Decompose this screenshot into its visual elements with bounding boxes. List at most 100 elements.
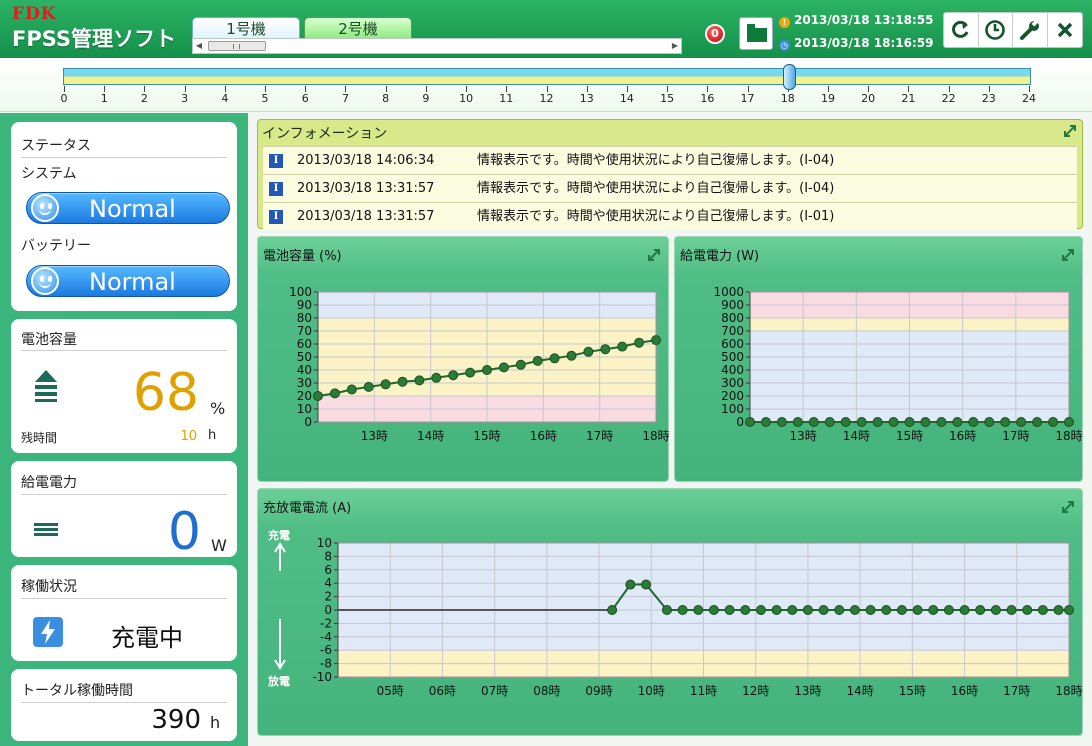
scrollbar-thumb[interactable] (208, 41, 266, 51)
history-button[interactable] (979, 13, 1013, 47)
timeline-hour-label: 24 (1022, 92, 1036, 105)
tab-unit-2[interactable]: 2号機 (304, 17, 412, 39)
y-tick-label: 10 (317, 536, 332, 550)
data-point (792, 417, 803, 427)
data-point (959, 605, 970, 615)
timeline-track[interactable] (63, 68, 1031, 85)
app-title: FPSS管理ソフト (12, 27, 177, 51)
data-point (740, 605, 751, 615)
y-tick-label: 60 (297, 337, 312, 351)
timeline-hour-label: 11 (499, 92, 514, 105)
refresh-button[interactable] (944, 13, 979, 47)
timeline-hour-label: 3 (181, 92, 189, 105)
timeline-hour-label: 18 (780, 92, 795, 105)
data-point (896, 605, 907, 615)
current-chart-panel: 充放電電流 (A) 充電 放電 -10 -8 -6 -4 -2 0 2 4 6 8 10 05時 06時… (257, 488, 1083, 736)
y-tick-label: 30 (297, 376, 312, 390)
data-point (834, 605, 845, 615)
data-point (549, 353, 560, 364)
x-tick-label: 14時 (417, 429, 444, 443)
data-point (872, 417, 883, 427)
update-time-row: ◷ 2013/03/18 18:16:59 (779, 35, 933, 51)
info-row[interactable]: I 2013/03/18 13:31:57 情報表示です。時間や使用状況により自… (263, 174, 1077, 202)
alarm-count-badge[interactable]: 0 (705, 24, 725, 44)
update-time: 2013/03/18 18:16:59 (794, 36, 934, 50)
timeline-slider[interactable]: 0 1 2 3 4 5 6 7 8 9 10 11 12 13 14 15 16 17 18 19 20 21 22 23 24 (0, 58, 1092, 112)
data-point (888, 417, 899, 427)
y-tick-label: 200 (721, 389, 744, 403)
scroll-right-arrow-icon[interactable]: ▶ (669, 39, 681, 53)
data-point (1000, 417, 1011, 427)
timeline-hour-label: 9 (422, 92, 430, 105)
x-tick-label: 17時 (1002, 429, 1029, 443)
x-tick-label: 12時 (742, 684, 769, 698)
discharge-arrow-icon (274, 619, 286, 670)
operation-title: 稼働状況 (21, 579, 77, 595)
y-tick-label: 300 (721, 376, 744, 390)
timeline-hour-label: 8 (382, 92, 390, 105)
system-label: システム (21, 166, 77, 182)
information-title: インフォメーション (262, 126, 388, 142)
y-tick-label: -6 (320, 643, 332, 657)
brand-logo: FDK (12, 4, 57, 24)
capacity-title: 電池容量 (21, 332, 77, 348)
expand-icon[interactable] (1063, 124, 1077, 138)
folder-icon (747, 24, 767, 42)
x-tick-label: 09時 (585, 684, 612, 698)
y-tick-label: 2 (324, 590, 332, 604)
timeline-thumb[interactable] (783, 64, 796, 90)
info-row[interactable]: I 2013/03/18 13:31:57 情報表示です。時間や使用状況により自… (263, 202, 1077, 230)
capacity-line-chart: 0102030405060708090100 13時 14時 15時 16時 17時 18時 (289, 285, 670, 443)
tab-scrollbar[interactable]: ◀ ▶ (192, 38, 682, 54)
data-point (498, 362, 509, 373)
settings-button[interactable] (1013, 13, 1048, 47)
y-tick-label: -2 (320, 616, 332, 630)
data-point (881, 605, 892, 615)
data-point (329, 388, 340, 399)
data-point (617, 341, 628, 352)
data-point (856, 417, 867, 427)
scroll-left-arrow-icon[interactable]: ◀ (193, 39, 205, 53)
data-point (802, 605, 813, 615)
y-tick-label: 4 (324, 576, 332, 590)
data-point (824, 417, 835, 427)
capacity-unit: % (210, 399, 226, 418)
battery-status-value: Normal (89, 268, 176, 296)
operation-card: 稼働状況 充電中 (11, 565, 237, 661)
data-point (661, 605, 672, 615)
supply-power-title: 給電電力 (21, 475, 77, 491)
data-point (397, 376, 408, 387)
timeline-hour-label: 2 (140, 92, 148, 105)
tab-unit-1[interactable]: 1号機 (192, 17, 300, 39)
y-tick-label: 20 (297, 389, 312, 403)
power-line-chart: 01002003004005006007008009001000 13時 14時 15… (713, 285, 1082, 443)
data-point (952, 417, 963, 427)
data-point (745, 417, 755, 427)
y-tick-label: 400 (721, 363, 744, 377)
folder-button[interactable] (739, 17, 773, 50)
timeline-hour-label: 13 (579, 92, 594, 105)
close-button[interactable] (1048, 13, 1082, 47)
y-tick-label: 6 (324, 563, 332, 577)
y-tick-label: 0 (304, 415, 312, 429)
x-tick-label: 05時 (377, 684, 404, 698)
timeline-hour-label: 1 (100, 92, 108, 105)
x-tick-label: 18時 (1055, 429, 1082, 443)
y-tick-label: 80 (297, 311, 312, 325)
data-point (431, 372, 442, 383)
x-tick-label: 06時 (429, 684, 456, 698)
data-point (920, 417, 931, 427)
data-point (1022, 605, 1033, 615)
info-message: 情報表示です。時間や使用状況により自己復帰します。(I-04) (477, 153, 835, 168)
data-point (482, 365, 492, 375)
info-timestamp: 2013/03/18 14:06:34 (297, 153, 435, 168)
toolbar (943, 12, 1083, 48)
data-point (904, 417, 915, 427)
battery-label: バッテリー (21, 238, 91, 254)
data-point (677, 605, 688, 615)
data-point (968, 417, 979, 427)
info-row[interactable]: I 2013/03/18 14:06:34 情報表示です。時間や使用状況により自… (263, 146, 1077, 174)
y-tick-label: 700 (721, 324, 744, 338)
capacity-card: 電池容量 68 % 残時間 10 h (11, 319, 237, 453)
y-tick-label: 0 (736, 415, 744, 429)
